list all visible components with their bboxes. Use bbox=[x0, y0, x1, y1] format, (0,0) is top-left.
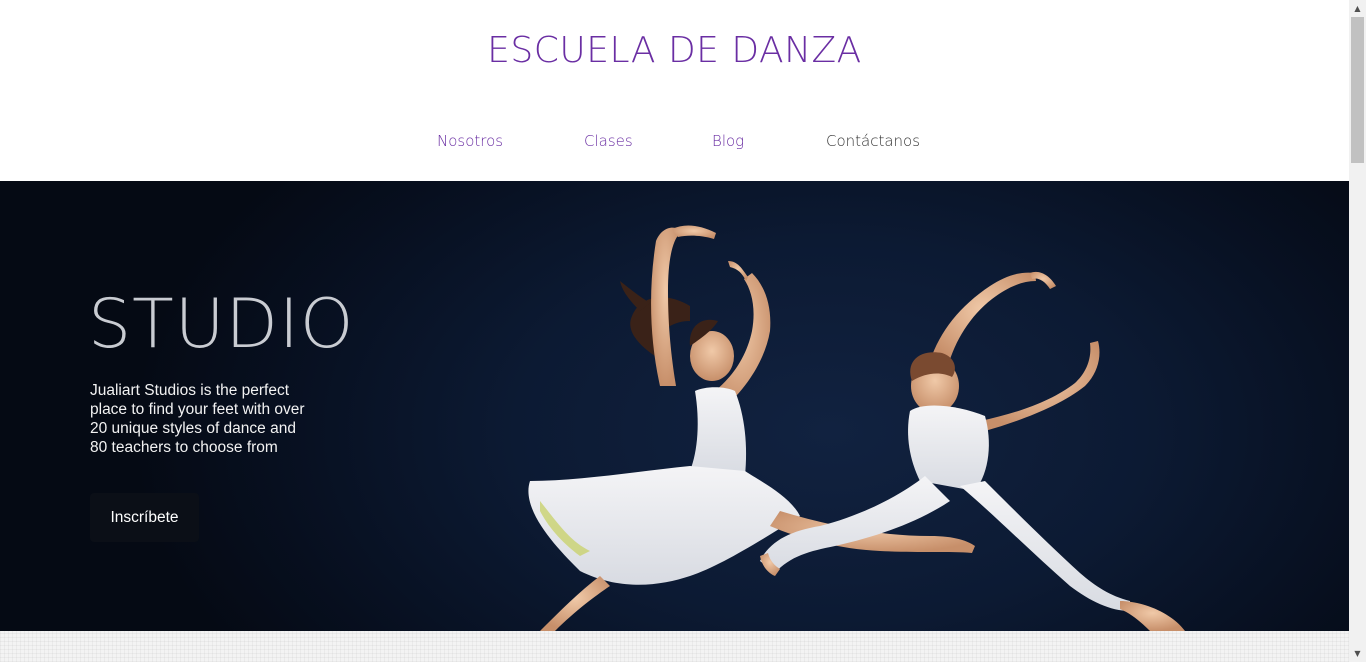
nav-item-blog[interactable]: Blog bbox=[712, 132, 744, 150]
scroll-down-arrow-icon[interactable]: ▼ bbox=[1349, 645, 1366, 662]
next-section-strip bbox=[0, 631, 1349, 662]
main-nav: Nosotros Clases Blog Contáctanos bbox=[0, 132, 1349, 154]
hero-description: Jualiart Studios is the perfect place to… bbox=[90, 382, 305, 456]
inscribete-button[interactable]: Inscríbete bbox=[90, 493, 199, 542]
nav-item-contactanos[interactable]: Contáctanos bbox=[826, 132, 920, 150]
hero-heading: STUDIO bbox=[88, 285, 355, 364]
site-title[interactable]: ESCUELA DE DANZA bbox=[0, 30, 1349, 71]
nav-item-clases[interactable]: Clases bbox=[584, 132, 633, 150]
hero-section: STUDIO Jualiart Studios is the perfect p… bbox=[0, 181, 1349, 631]
female-dancer bbox=[528, 225, 975, 631]
page: ESCUELA DE DANZA Nosotros Clases Blog Co… bbox=[0, 0, 1349, 662]
vertical-scrollbar[interactable]: ▲ ▼ bbox=[1349, 0, 1366, 662]
scrollbar-thumb[interactable] bbox=[1351, 17, 1364, 163]
male-dancer bbox=[760, 271, 1185, 631]
scroll-up-arrow-icon[interactable]: ▲ bbox=[1349, 0, 1366, 17]
nav-item-nosotros[interactable]: Nosotros bbox=[437, 132, 503, 150]
